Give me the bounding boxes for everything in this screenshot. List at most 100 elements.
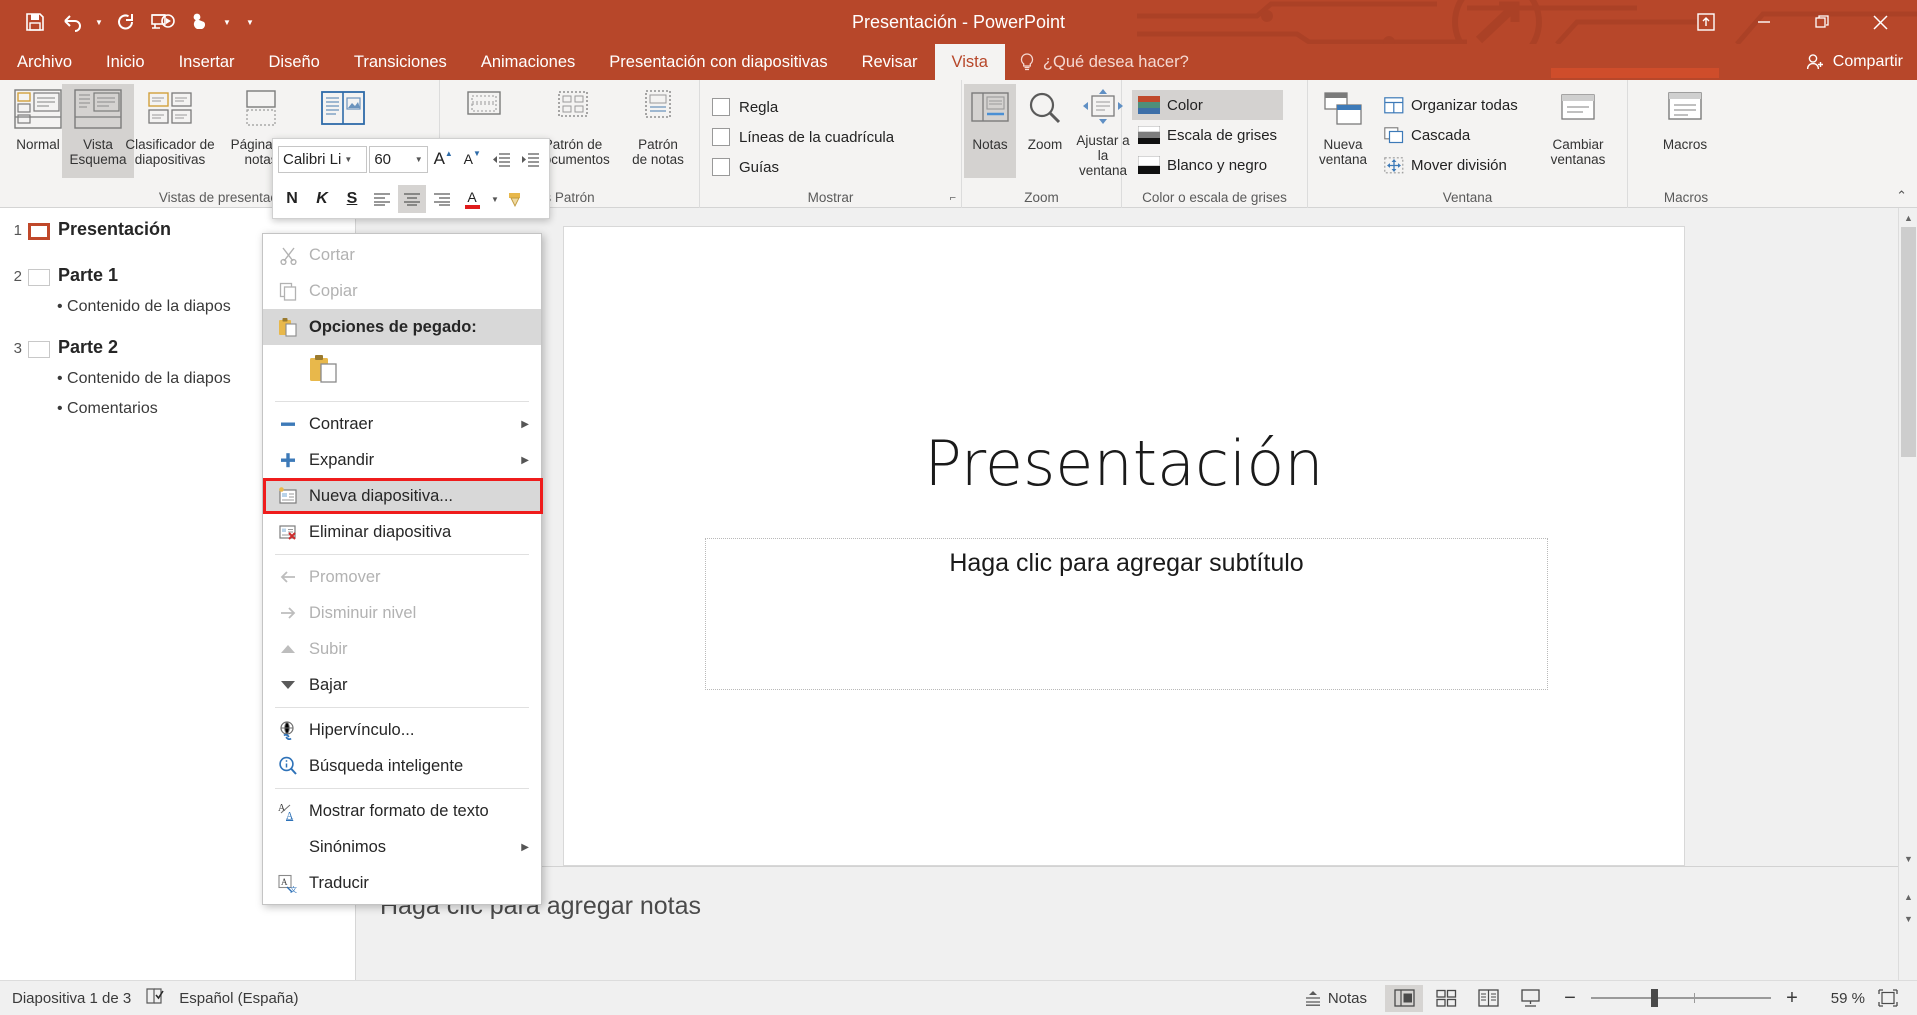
checkbox-regla[interactable]: Regla [712,92,894,122]
tab-diseno[interactable]: Diseño [252,44,337,80]
format-painter-icon[interactable] [501,185,529,213]
context-menu-item-expandir[interactable]: Expandir ▶ [263,442,541,478]
slideshow-view-button[interactable] [1511,985,1549,1012]
checkbox-guias[interactable]: Guías [712,152,894,182]
scroll-down-icon[interactable]: ▼ [1899,849,1917,868]
zoom-in-button[interactable]: + [1775,987,1809,1010]
collapse-ribbon-icon[interactable]: ⌃ [1896,188,1907,204]
minimize-icon[interactable] [1735,0,1793,44]
outline-slide-2-thumbnail-icon[interactable] [28,269,50,286]
vertical-scrollbar[interactable]: ▲ ▼ ▲ ▼ [1898,208,1917,980]
zoom-slider[interactable] [1591,997,1771,999]
increase-indent-icon[interactable] [517,145,544,173]
underline-button[interactable]: S [338,185,366,213]
ribbon-button-macros[interactable]: Macros [1648,84,1722,178]
font-color-dropdown-icon[interactable]: ▼ [491,195,499,204]
decrease-indent-icon[interactable] [488,145,515,173]
tab-vista[interactable]: Vista [935,44,1005,80]
ribbon-button-mover-division[interactable]: Mover división [1378,150,1524,180]
align-right-icon[interactable] [428,185,456,213]
scrollbar-thumb[interactable] [1901,227,1916,457]
ribbon-button-cascada[interactable]: Cascada [1378,120,1524,150]
ribbon-button-organizar-todas[interactable]: Organizar todas [1378,90,1524,120]
context-menu-item-nueva-diapositiva[interactable]: Nueva diapositiva... [263,478,541,514]
context-menu-item-traducir[interactable]: A文 Traducir [263,865,541,901]
italic-button[interactable]: K [308,185,336,213]
context-menu-item-contraer[interactable]: Contraer ▶ [263,406,541,442]
notes-toggle-label: Notas [1328,990,1367,1007]
font-name-dropdown-icon[interactable]: ▼ [344,155,352,164]
tab-inicio[interactable]: Inicio [89,44,162,80]
grow-font-button[interactable]: A▲ [430,145,457,173]
tab-transiciones[interactable]: Transiciones [337,44,464,80]
tab-presentacion-diapositivas[interactable]: Presentación con diapositivas [592,44,844,80]
ribbon-button-escala-grises[interactable]: Escala de grises [1132,120,1283,150]
slide-canvas[interactable]: Presentación Haga clic para agregar subt… [563,226,1685,866]
slide-subtitle-placeholder[interactable]: Haga clic para agregar subtítulo [705,538,1548,690]
restore-icon[interactable] [1793,0,1851,44]
notes-pane[interactable]: Haga clic para agregar notas [356,866,1898,980]
context-menu-item-sinonimos[interactable]: Sinónimos ▶ [263,829,541,865]
title-bar: ▼ ▼ ▼ Presentación - PowerPoint [0,0,1917,44]
guias-checkbox-icon[interactable] [712,158,730,176]
normal-view-button[interactable] [1385,985,1423,1012]
share-button[interactable]: Compartir [1806,44,1903,80]
ribbon-button-color[interactable]: Color [1132,90,1283,120]
scroll-up-icon[interactable]: ▲ [1899,208,1917,227]
close-icon[interactable] [1851,0,1909,44]
ribbon-button-clasificador-diapositivas[interactable]: Clasificador de diapositivas [124,84,216,178]
reading-view-button[interactable] [1469,985,1507,1012]
font-size-box[interactable]: 60 ▼ [369,146,427,173]
notes-toggle-button[interactable]: Notas [1304,990,1367,1007]
spellcheck-icon[interactable] [145,987,165,1009]
outline-view-icon [73,84,123,134]
ribbon-button-patron-notas[interactable]: Patrón de notas [620,84,696,178]
ribbon-button-cambiar-ventanas[interactable]: Cambiar ventanas [1536,84,1620,178]
tab-insertar[interactable]: Insertar [162,44,252,80]
ribbon-button-zoom[interactable]: Zoom [1020,84,1070,178]
slide-indicator[interactable]: Diapositiva 1 de 3 [12,990,131,1007]
context-menu-item-cortar[interactable]: Cortar [263,237,541,273]
context-menu-item-busqueda-inteligente[interactable]: Búsqueda inteligente [263,748,541,784]
shrink-font-button[interactable]: A▼ [459,145,486,173]
context-menu-item-bajar[interactable]: Bajar [263,667,541,703]
ribbon-button-notas[interactable]: Notas [964,84,1016,178]
next-slide-icon[interactable]: ▼ [1899,909,1917,928]
lineas-cuadricula-checkbox-icon[interactable] [712,128,730,146]
mostrar-dialog-launcher[interactable]: ⌐ [950,192,956,204]
bold-button[interactable]: N [278,185,306,213]
checkbox-lineas-cuadricula[interactable]: Líneas de la cuadrícula [712,122,894,152]
context-menu-item-disminuir-nivel[interactable]: Disminuir nivel [263,595,541,631]
ribbon-button-blanco-negro[interactable]: Blanco y negro [1132,150,1283,180]
tab-archivo[interactable]: Archivo [0,44,89,80]
context-menu-item-promover[interactable]: Promover [263,559,541,595]
language-indicator[interactable]: Español (España) [179,990,298,1007]
font-name-box[interactable]: Calibri Li ▼ [278,146,367,173]
context-menu-item-mostrar-formato-texto[interactable]: AA Mostrar formato de texto [263,793,541,829]
tell-me-search[interactable]: ¿Qué desea hacer? [1005,44,1203,80]
context-menu-item-copiar[interactable]: Copiar [263,273,541,309]
context-menu-item-subir[interactable]: Subir [263,631,541,667]
paste-option-keep-source-formatting[interactable] [309,354,339,389]
context-menu-item-hipervinculo[interactable]: Hipervínculo... [263,712,541,748]
context-menu[interactable]: Cortar Copiar Opciones de pegado: Contra… [262,233,542,905]
tab-revisar[interactable]: Revisar [845,44,935,80]
ribbon-display-options-icon[interactable] [1677,0,1735,44]
align-center-icon[interactable] [398,185,426,213]
align-left-icon[interactable] [368,185,396,213]
previous-slide-icon[interactable]: ▲ [1899,887,1917,906]
outline-slide-3-thumbnail-icon[interactable] [28,341,50,358]
outline-slide-1-thumbnail-icon[interactable] [28,223,50,240]
zoom-out-button[interactable]: − [1553,987,1587,1010]
context-menu-item-eliminar-diapositiva[interactable]: Eliminar diapositiva [263,514,541,550]
regla-checkbox-icon[interactable] [712,98,730,116]
fit-slide-button[interactable] [1869,985,1907,1012]
zoom-level-label[interactable]: 59 % [1813,990,1865,1007]
slide-title-text[interactable]: Presentación [564,427,1684,500]
zoom-slider-thumb[interactable] [1651,989,1658,1007]
font-size-dropdown-icon[interactable]: ▼ [415,155,423,164]
ribbon-button-nueva-ventana[interactable]: Nueva ventana [1312,84,1374,178]
font-color-button[interactable]: A [458,185,486,213]
tab-animaciones[interactable]: Animaciones [464,44,592,80]
slide-sorter-view-button[interactable] [1427,985,1465,1012]
